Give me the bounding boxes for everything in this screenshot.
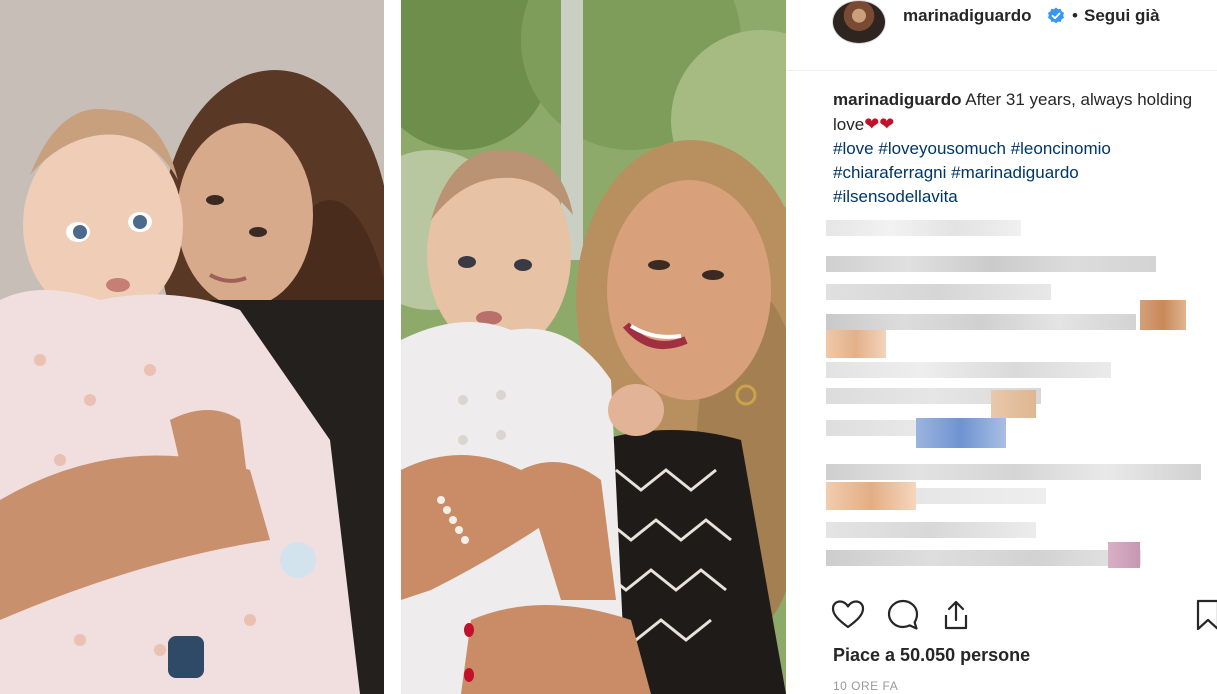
blurred-comment	[826, 522, 1036, 538]
blurred-emoji	[1140, 300, 1186, 330]
comment-icon[interactable]	[886, 598, 920, 632]
post-caption: marinadiguardo After 31 years, always ho…	[833, 88, 1193, 209]
verified-badge-icon	[1048, 7, 1064, 24]
left-photo-vintage	[0, 0, 384, 694]
blurred-comment	[826, 362, 1111, 378]
post-sidebar: marinadiguardo • Segui già marinadiguard…	[786, 0, 1217, 694]
comments-list-pixelated	[826, 220, 1206, 585]
blurred-comment	[826, 550, 1141, 566]
blurred-emoji	[991, 390, 1036, 418]
right-photo-recent	[401, 0, 786, 694]
bookmark-icon[interactable]	[1196, 598, 1217, 632]
blurred-comment	[916, 488, 1046, 504]
likes-count[interactable]: Piace a 50.050 persone	[833, 645, 1030, 666]
username-link[interactable]: marinadiguardo	[903, 6, 1031, 26]
post-image[interactable]	[0, 0, 786, 694]
follow-status-button[interactable]: Segui già	[1084, 6, 1160, 26]
blurred-emoji	[1108, 542, 1140, 568]
hashtag-link[interactable]: #ilsensodellavita	[833, 187, 958, 206]
share-icon[interactable]	[939, 598, 973, 632]
blurred-comment	[826, 314, 1136, 330]
blurred-emoji	[826, 330, 886, 358]
post-timestamp[interactable]: 10 ORE FA	[833, 679, 898, 693]
hashtag-link[interactable]: #marinadiguardo	[951, 163, 1079, 182]
blurred-comment	[826, 284, 1051, 300]
post-header: marinadiguardo • Segui già	[786, 0, 1217, 71]
vintage-photo-illustration	[0, 0, 384, 694]
post-actions	[786, 590, 1217, 640]
recent-photo-illustration	[401, 0, 786, 694]
heart-emoji: ❤❤	[864, 114, 895, 134]
heart-icon[interactable]	[831, 598, 865, 632]
blurred-comment	[826, 464, 1201, 480]
instagram-post-view: marinadiguardo • Segui già marinadiguard…	[0, 0, 1217, 694]
caption-username[interactable]: marinadiguardo	[833, 90, 961, 109]
hashtag-link[interactable]: #chiaraferragni	[833, 163, 946, 182]
avatar[interactable]	[832, 0, 886, 44]
blurred-emoji	[826, 482, 916, 510]
hashtag-link[interactable]: #love	[833, 139, 874, 158]
blurred-comment	[826, 420, 916, 436]
blurred-comment	[826, 220, 1021, 236]
hashtag-link[interactable]: #leoncinomio	[1011, 139, 1111, 158]
separator-dot: •	[1072, 6, 1078, 25]
blurred-comment	[826, 256, 1156, 272]
blurred-mention	[916, 418, 1006, 448]
hashtag-link[interactable]: #loveyousomuch	[878, 139, 1006, 158]
